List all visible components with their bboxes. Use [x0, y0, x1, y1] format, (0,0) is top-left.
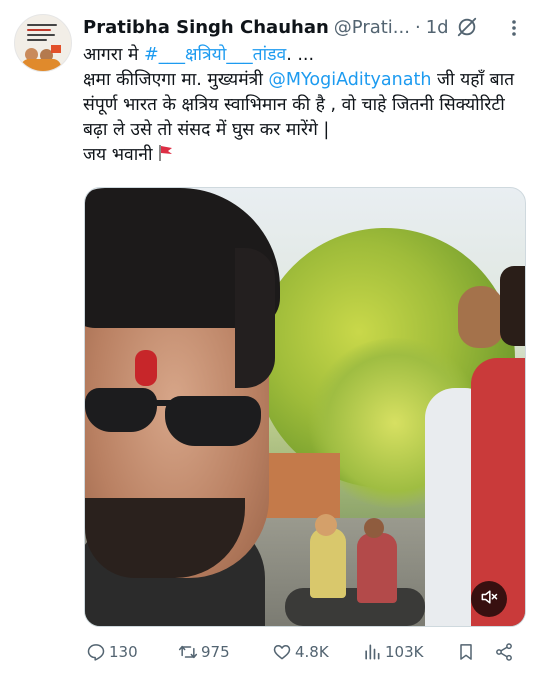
bookmark-button[interactable]	[456, 637, 476, 667]
tweet-text: आगरा मे #___क्षत्रियो___तांडव. ... क्षमा…	[83, 43, 523, 168]
hashtag-link[interactable]: #___क्षत्रियो___तांडव	[144, 45, 286, 65]
mention-link[interactable]: @MYogiAdityanath	[268, 70, 431, 90]
separator-dot: ·	[414, 16, 421, 38]
bookmark-icon	[460, 644, 472, 660]
repost-icon	[178, 645, 198, 659]
timestamp[interactable]: 1d	[426, 17, 449, 38]
views-button[interactable]: 103K	[362, 637, 423, 667]
share-button[interactable]	[494, 637, 514, 667]
tweet-text-line1: आगरा मे #___क्षत्रियो___तांडव. ...	[83, 45, 315, 65]
views-icon	[365, 644, 380, 660]
author-handle[interactable]: @Prati...	[334, 17, 410, 38]
repost-count: 975	[201, 643, 230, 661]
tweet-text-line2: क्षमा कीजिएगा मा. मुख्यमंत्री @MYogiAdit…	[83, 70, 515, 140]
like-icon	[273, 645, 291, 660]
reply-icon	[87, 644, 105, 661]
mute-icon	[479, 587, 499, 611]
like-button[interactable]: 4.8K	[272, 637, 329, 667]
reply-button[interactable]: 130	[86, 637, 138, 667]
flag-emoji	[158, 145, 174, 165]
video-player[interactable]	[84, 187, 526, 627]
views-count: 103K	[385, 643, 424, 661]
author-name[interactable]: Pratibha Singh Chauhan	[83, 17, 329, 38]
tweet-text-line3: जय भवानी	[83, 143, 523, 168]
more-icon[interactable]	[505, 18, 523, 38]
tweet[interactable]: Pratibha Singh Chauhan @Prati... · 1d आग…	[0, 0, 533, 680]
share-icon	[496, 643, 512, 661]
avatar[interactable]	[14, 14, 72, 72]
action-bar: 130 975 4.8K 103K	[84, 637, 524, 667]
mute-button[interactable]	[471, 581, 507, 617]
repost-button[interactable]: 975	[178, 637, 230, 667]
grok-icon[interactable]	[456, 16, 478, 38]
avatar-graphic	[27, 24, 57, 26]
tweet-header: Pratibha Singh Chauhan @Prati... · 1d	[83, 14, 449, 40]
reply-count: 130	[109, 643, 138, 661]
like-count: 4.8K	[295, 643, 329, 661]
